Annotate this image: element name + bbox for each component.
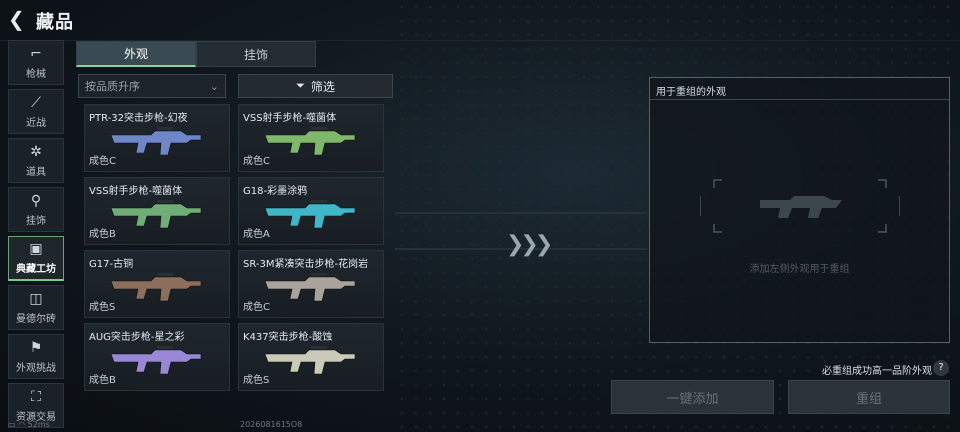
item-quality: 成色C bbox=[243, 302, 270, 313]
sidebar-item-0[interactable]: ⌐ 枪械 bbox=[8, 40, 64, 85]
ping-value: 52ms bbox=[27, 420, 50, 429]
sidebar-item-label: 枪械 bbox=[26, 68, 46, 80]
item-quality: 成色C bbox=[89, 156, 116, 167]
tab-appearance[interactable]: 外观 bbox=[76, 41, 196, 67]
weapon-icon bbox=[110, 273, 202, 302]
chevron-left-icon: ❮ bbox=[8, 7, 25, 31]
challenge-icon: ⚑ bbox=[29, 339, 43, 356]
filter-icon: ⏷ bbox=[296, 79, 305, 92]
sidebar-item-5[interactable]: ◫ 曼德尔砖 bbox=[8, 285, 64, 330]
recombine-note: 必重组成功高一品阶外观 bbox=[822, 366, 932, 377]
chevron-down-icon: ⌄ bbox=[209, 79, 219, 93]
help-icon[interactable]: ? bbox=[933, 360, 949, 376]
item-card[interactable]: K437突击步枪-酸蚀 成色S bbox=[238, 323, 384, 391]
status-footer: ▭ ◠ 52ms bbox=[8, 420, 50, 429]
weapon-icon bbox=[110, 200, 202, 229]
battery-icon: ▭ bbox=[8, 420, 16, 429]
weapon-icon bbox=[110, 346, 202, 375]
weapon-icon bbox=[264, 346, 356, 375]
item-quality: 成色B bbox=[89, 375, 116, 386]
weapon-icon bbox=[264, 273, 356, 302]
tab-charms[interactable]: 挂饰 bbox=[196, 41, 316, 67]
workshop-icon: ▣ bbox=[29, 241, 43, 257]
slot-frame-icon bbox=[699, 179, 901, 233]
sidebar-item-1[interactable]: ⟋ 近战 bbox=[8, 89, 64, 134]
trade-icon: ⛶ bbox=[31, 388, 41, 405]
sidebar-item-2[interactable]: ✲ 道具 bbox=[8, 138, 64, 183]
item-card[interactable]: G18-彩墨涂鸦 成色A bbox=[238, 177, 384, 245]
build-code: 2026081615O8 bbox=[240, 420, 303, 429]
sidebar-item-label: 近战 bbox=[26, 117, 46, 129]
back-button[interactable]: ❮ bbox=[8, 8, 30, 30]
brick-icon: ◫ bbox=[29, 290, 43, 307]
knife-icon: ⟋ bbox=[31, 94, 41, 111]
forward-arrows-icon: ❯❯❯ bbox=[506, 232, 553, 257]
sidebar-item-label: 道具 bbox=[26, 166, 46, 178]
sort-value: 按品质升序 bbox=[85, 80, 140, 93]
item-quality: 成色A bbox=[243, 229, 270, 240]
tab-bar: 外观 挂饰 bbox=[76, 41, 316, 67]
item-quality: 成色S bbox=[243, 375, 270, 386]
item-card[interactable]: VSS射手步枪-噬菌体 成色C bbox=[238, 104, 384, 172]
item-card[interactable]: PTR-32突击步枪-幻夜 成色C bbox=[84, 104, 230, 172]
weapon-icon bbox=[264, 127, 356, 156]
grenades-icon: ✲ bbox=[30, 143, 42, 160]
sort-dropdown[interactable]: 按品质升序 ⌄ bbox=[78, 74, 226, 98]
page-title: 藏品 bbox=[36, 12, 74, 33]
sidebar: ⌐ 枪械 ⟋ 近战 ✲ 道具 ⚲ 挂饰 ▣ 典藏工坊 ◫ 曼德尔砖 ⚑ 外观挑战 ⛶ 资源交易 bbox=[8, 40, 64, 432]
sidebar-item-label: 外观挑战 bbox=[16, 362, 56, 374]
sidebar-item-3[interactable]: ⚲ 挂饰 bbox=[8, 187, 64, 232]
sidebar-item-label: 曼德尔砖 bbox=[16, 313, 56, 325]
item-card[interactable]: SR-3M紧凑突击步枪-花岗岩 成色C bbox=[238, 250, 384, 318]
recombine-panel: 用于重组的外观 添加左侧外观用于重组 bbox=[649, 77, 950, 343]
filter-label: 筛选 bbox=[310, 79, 335, 94]
add-all-button[interactable]: 一键添加 bbox=[611, 380, 774, 414]
sidebar-item-label: 典藏工坊 bbox=[16, 264, 56, 275]
recombine-slot[interactable] bbox=[699, 176, 901, 236]
item-card[interactable]: G17-古铜 成色S bbox=[84, 250, 230, 318]
wifi-icon: ◠ bbox=[18, 420, 26, 429]
item-card[interactable]: AUG突击步枪-星之彩 成色B bbox=[84, 323, 230, 391]
panel-title: 用于重组的外观 bbox=[650, 78, 949, 100]
sidebar-item-label: 挂饰 bbox=[26, 215, 46, 227]
charm-icon: ⚲ bbox=[30, 192, 42, 209]
pistol-icon: ⌐ bbox=[30, 45, 42, 62]
recombine-button[interactable]: 重组 bbox=[788, 380, 950, 414]
item-grid: PTR-32突击步枪-幻夜 成色C VSS射手步枪-噬菌体 成色C VSS射手步枪-噬菌… bbox=[78, 104, 395, 404]
panel-hint: 添加左侧外观用于重组 bbox=[749, 264, 850, 275]
item-card[interactable]: VSS射手步枪-噬菌体 成色B bbox=[84, 177, 230, 245]
item-quality: 成色C bbox=[243, 156, 270, 167]
weapon-icon bbox=[110, 127, 202, 156]
weapon-icon bbox=[264, 200, 356, 229]
item-quality: 成色B bbox=[89, 229, 116, 240]
sidebar-item-4[interactable]: ▣ 典藏工坊 bbox=[8, 236, 64, 281]
item-quality: 成色S bbox=[89, 302, 116, 313]
filter-button[interactable]: ⏷ 筛选 bbox=[238, 74, 393, 98]
sidebar-item-6[interactable]: ⚑ 外观挑战 bbox=[8, 334, 64, 379]
